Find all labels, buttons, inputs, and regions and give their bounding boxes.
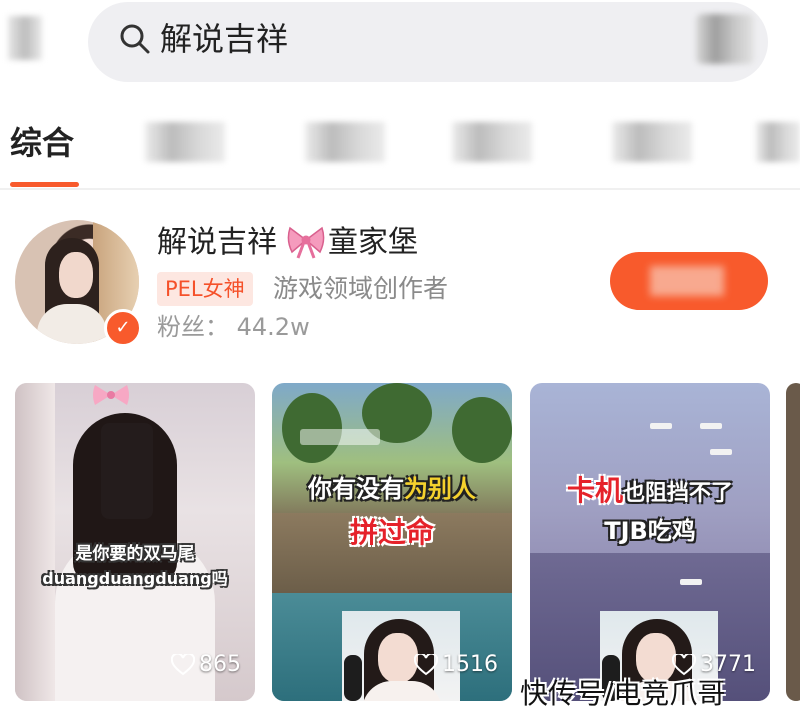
video-card[interactable]: 卡机也阻挡不了 TJB吃鸡 3771: [530, 383, 770, 701]
video-card[interactable]: 你有没有为别人 拼过命 1516: [272, 383, 512, 701]
video-caption: 是你要的双马尾: [75, 544, 195, 564]
like-count-value: 865: [199, 652, 241, 677]
video-caption: duangduangduang吗: [42, 569, 228, 588]
profile-name[interactable]: 解说吉祥: [157, 222, 277, 264]
bow-icon: [93, 385, 129, 405]
tab-blurred-3[interactable]: [452, 122, 532, 162]
tab-blurred-4[interactable]: [612, 122, 692, 162]
tab-blurred-5[interactable]: [756, 122, 800, 162]
fans-count: 粉丝： 44.2w: [157, 313, 310, 341]
video-title-line2: TJB吃鸡: [604, 517, 696, 545]
tab-blurred-2[interactable]: [305, 122, 385, 162]
search-action-blurred[interactable]: [696, 14, 754, 64]
profile-name-suffix[interactable]: 童家堡: [328, 222, 418, 264]
like-count: 1516: [414, 651, 498, 679]
video-card-partial[interactable]: [786, 383, 800, 701]
tab-divider: [0, 188, 800, 190]
tab-blurred-1[interactable]: [145, 122, 225, 162]
tab-comprehensive[interactable]: 综合: [10, 118, 74, 168]
follow-button[interactable]: [610, 252, 768, 310]
video-title: 你有没有为别人: [308, 475, 476, 503]
bow-icon: [287, 226, 325, 259]
like-count-value: 1516: [442, 652, 498, 677]
creator-role: 游戏领域创作者: [273, 274, 449, 303]
search-input[interactable]: 解说吉祥: [160, 16, 288, 62]
creator-tag-badge: PEL女神: [157, 272, 253, 306]
watermark: 快传号/电竞爪哥: [520, 677, 726, 710]
search-icon: [120, 24, 150, 54]
heart-icon: [414, 654, 438, 676]
heart-icon: [171, 654, 195, 676]
tab-active-indicator: [10, 182, 79, 187]
like-count: 865: [171, 651, 241, 679]
video-title-line2: 拼过命: [349, 516, 434, 549]
video-title: 卡机也阻挡不了: [566, 474, 734, 507]
back-area-blurred[interactable]: [8, 16, 42, 60]
video-card[interactable]: 是你要的双马尾 duangduangduang吗 865: [15, 383, 255, 701]
verified-check-icon: ✓: [104, 309, 142, 347]
